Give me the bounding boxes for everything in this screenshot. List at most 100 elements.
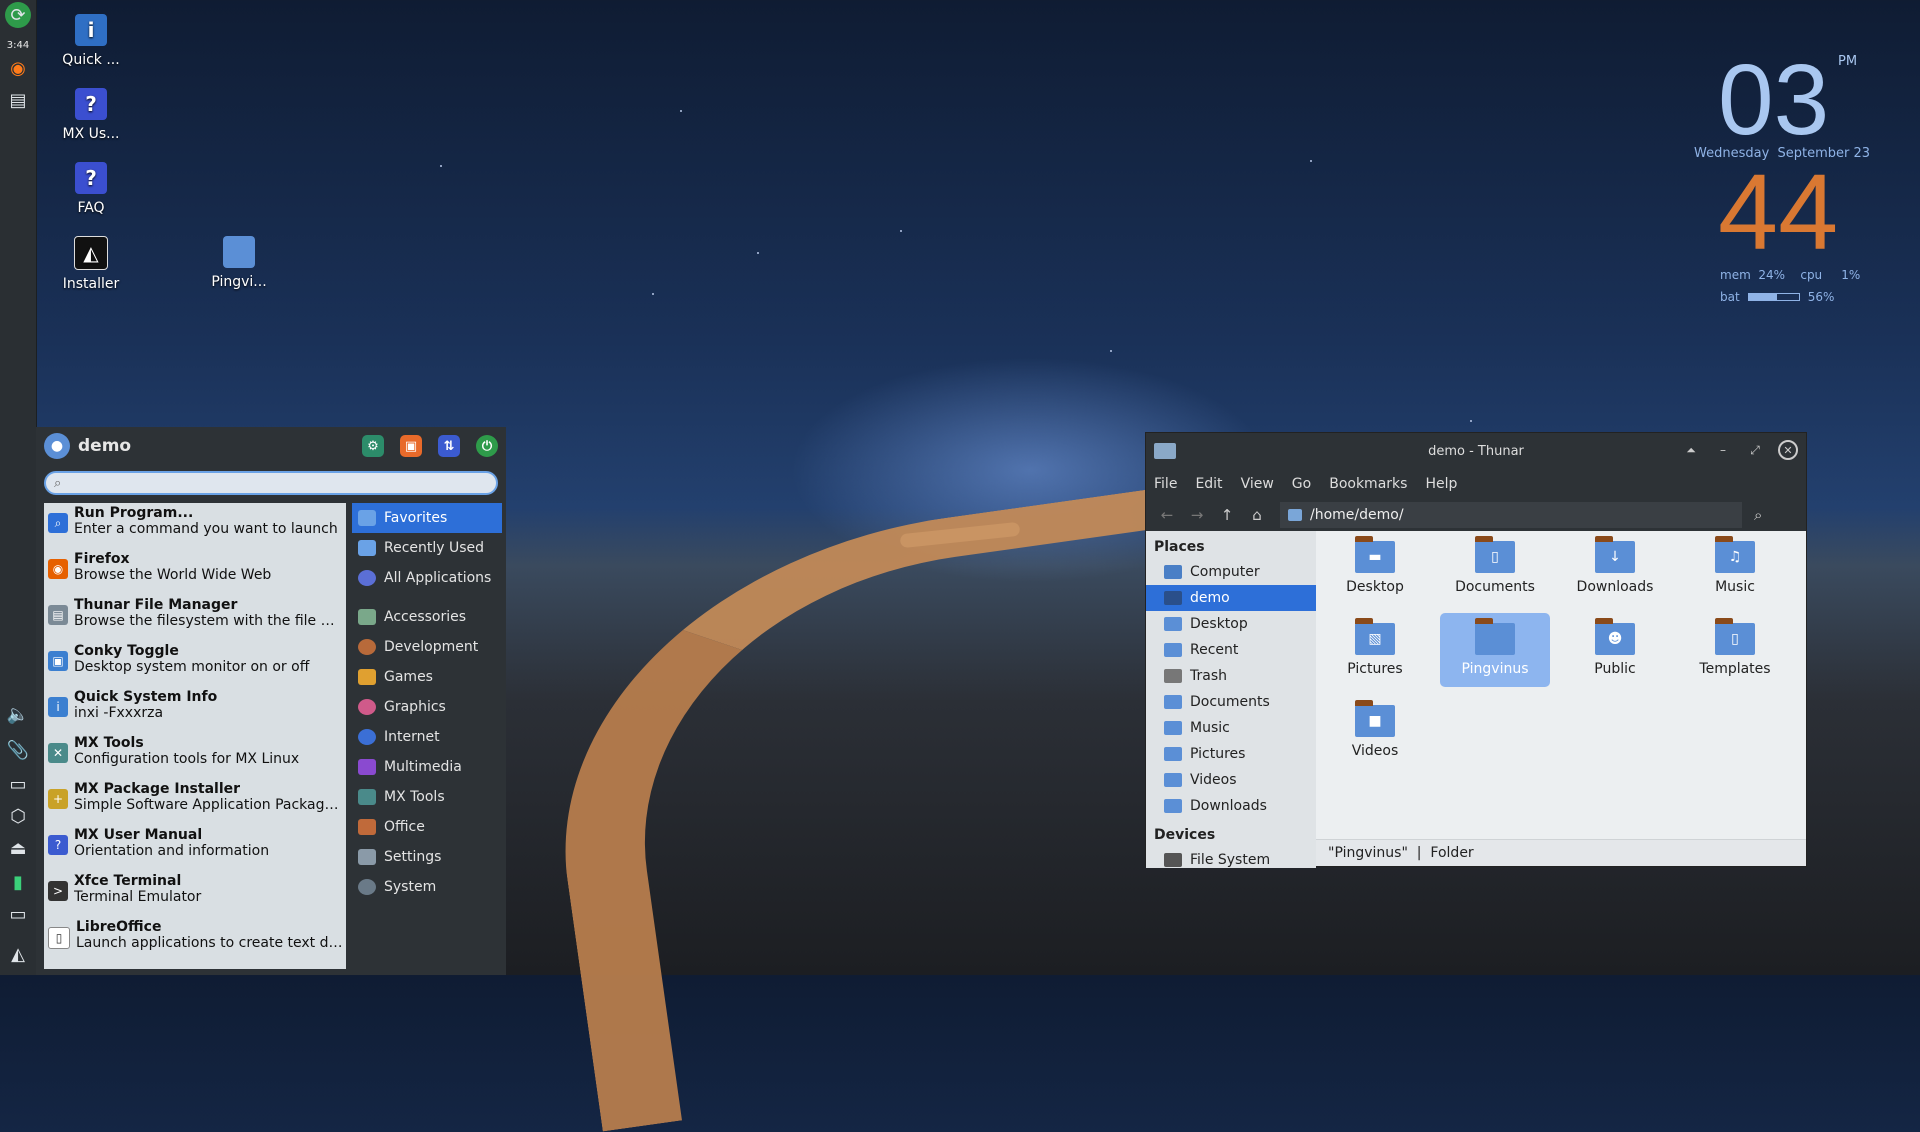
category-mx-tools[interactable]: MX Tools bbox=[352, 782, 502, 812]
whisker-menu-icon[interactable]: ◭ bbox=[4, 940, 32, 968]
category-system[interactable]: System bbox=[352, 872, 502, 902]
help-icon: ? bbox=[75, 162, 107, 194]
menu-bookmarks[interactable]: Bookmarks bbox=[1329, 476, 1407, 492]
multimedia-icon bbox=[358, 759, 376, 775]
conky-mem-value: 24% bbox=[1758, 268, 1786, 282]
category-graphics[interactable]: Graphics bbox=[352, 692, 502, 722]
menu-view[interactable]: View bbox=[1241, 476, 1274, 492]
place-demo[interactable]: demo bbox=[1146, 585, 1316, 611]
desktop-icon-pingvinus[interactable]: Pingvi... bbox=[194, 236, 284, 290]
place-music[interactable]: Music bbox=[1146, 715, 1316, 741]
category-recently-used[interactable]: Recently Used bbox=[352, 533, 502, 563]
file-item-templates[interactable]: ▯ Templates bbox=[1680, 613, 1790, 687]
update-icon[interactable]: ⟳ bbox=[5, 2, 31, 28]
app-name: MX Tools bbox=[74, 735, 144, 751]
status-selected-name: "Pingvinus" bbox=[1328, 845, 1408, 861]
workspace-switcher-icon[interactable]: ▭ bbox=[4, 900, 32, 928]
file-item-documents[interactable]: ▯ Documents bbox=[1440, 531, 1550, 605]
app-mx-tools[interactable]: ✕ MX Tools Configuration tools for MX Lin… bbox=[44, 733, 346, 779]
pictures-folder-icon bbox=[1164, 747, 1182, 761]
desktop-icon-quick-info[interactable]: i Quick ... bbox=[46, 14, 136, 68]
eject-icon[interactable]: ⏏ bbox=[4, 834, 32, 862]
back-arrow-icon[interactable]: ← bbox=[1152, 501, 1182, 529]
place-pictures[interactable]: Pictures bbox=[1146, 741, 1316, 767]
place-recent[interactable]: Recent bbox=[1146, 637, 1316, 663]
minimize-button[interactable]: – bbox=[1714, 441, 1732, 459]
window-titlebar[interactable]: demo - Thunar ⏶ – ⤢ ✕ bbox=[1146, 433, 1806, 469]
category-accessories[interactable]: Accessories bbox=[352, 602, 502, 632]
clipboard-icon[interactable]: 📎 bbox=[4, 736, 32, 764]
category-settings[interactable]: Settings bbox=[352, 842, 502, 872]
shade-button[interactable]: ⏶ bbox=[1682, 441, 1700, 459]
menu-file[interactable]: File bbox=[1154, 476, 1177, 492]
recent-folder-icon bbox=[1164, 643, 1182, 657]
menu-search-bar[interactable]: ⌕ bbox=[44, 471, 498, 495]
place-desktop[interactable]: Desktop bbox=[1146, 611, 1316, 637]
place-documents[interactable]: Documents bbox=[1146, 689, 1316, 715]
network-icon[interactable]: ▭ bbox=[4, 770, 32, 798]
menu-edit[interactable]: Edit bbox=[1195, 476, 1222, 492]
category-favorites[interactable]: Favorites bbox=[352, 503, 502, 533]
conky-ampm: PM bbox=[1838, 54, 1858, 69]
application-menu: ● demo ⚙ ▣ ⇅ ⏻ ⌕ ⌕ Run Program... Enter a… bbox=[36, 427, 506, 975]
category-label: Settings bbox=[384, 849, 442, 865]
category-development[interactable]: Development bbox=[352, 632, 502, 662]
menu-go[interactable]: Go bbox=[1292, 476, 1311, 492]
place-computer[interactable]: Computer bbox=[1146, 559, 1316, 585]
desktop-icon-label: MX Us... bbox=[62, 126, 120, 142]
device-file-system[interactable]: File System bbox=[1146, 847, 1316, 868]
file-item-pingvinus[interactable]: Pingvinus bbox=[1440, 613, 1550, 687]
desktop-icon-faq[interactable]: ? FAQ bbox=[46, 162, 136, 216]
app-libreoffice[interactable]: ▯ LibreOffice Launch applications to crea… bbox=[44, 917, 346, 963]
category-multimedia[interactable]: Multimedia bbox=[352, 752, 502, 782]
settings-manager-button[interactable]: ⚙ bbox=[362, 435, 384, 457]
app-quick-system-info[interactable]: i Quick System Info inxi -Fxxxrza bbox=[44, 687, 346, 733]
menu-search-input[interactable] bbox=[67, 475, 496, 491]
music-folder-icon bbox=[1164, 721, 1182, 735]
place-downloads[interactable]: Downloads bbox=[1146, 793, 1316, 819]
app-xfce-terminal[interactable]: > Xfce Terminal Terminal Emulator bbox=[44, 871, 346, 917]
logout-button[interactable]: ⏻ bbox=[476, 435, 498, 457]
app-conky-toggle[interactable]: ▣ Conky Toggle Desktop system monitor on … bbox=[44, 641, 346, 687]
file-item-public[interactable]: ☻ Public bbox=[1560, 613, 1670, 687]
forward-arrow-icon[interactable]: → bbox=[1182, 501, 1212, 529]
maximize-button[interactable]: ⤢ bbox=[1746, 441, 1764, 459]
parent-folder-icon[interactable]: ↑ bbox=[1212, 501, 1242, 529]
app-run-program[interactable]: ⌕ Run Program... Enter a command you want… bbox=[44, 503, 346, 549]
place-trash[interactable]: Trash bbox=[1146, 663, 1316, 689]
battery-icon[interactable]: ▮ bbox=[4, 868, 32, 896]
file-manager-launcher-icon[interactable]: ▤ bbox=[4, 86, 32, 114]
lock-screen-button[interactable]: ▣ bbox=[400, 435, 422, 457]
folder-icon: ▬ bbox=[1355, 536, 1395, 573]
menu-help[interactable]: Help bbox=[1425, 476, 1457, 492]
file-item-music[interactable]: ♫ Music bbox=[1680, 531, 1790, 605]
category-games[interactable]: Games bbox=[352, 662, 502, 692]
category-all-applications[interactable]: All Applications bbox=[352, 563, 502, 593]
file-item-pictures[interactable]: ▧ Pictures bbox=[1320, 613, 1430, 687]
package-updater-icon[interactable]: ⬡ bbox=[4, 802, 32, 830]
app-firefox[interactable]: ◉ Firefox Browse the World Wide Web bbox=[44, 549, 346, 595]
file-item-downloads[interactable]: ↓ Downloads bbox=[1560, 531, 1670, 605]
window-app-icon[interactable] bbox=[1154, 443, 1176, 459]
switch-user-button[interactable]: ⇅ bbox=[438, 435, 460, 457]
file-item-desktop[interactable]: ▬ Desktop bbox=[1320, 531, 1430, 605]
app-mx-package-installer[interactable]: + MX Package Installer Simple Software Ap… bbox=[44, 779, 346, 825]
search-icon[interactable]: ⌕ bbox=[1754, 506, 1762, 524]
close-button[interactable]: ✕ bbox=[1778, 440, 1798, 460]
location-bar[interactable]: /home/demo/ bbox=[1280, 502, 1742, 528]
app-mx-user-manual[interactable]: ? MX User Manual Orientation and informat… bbox=[44, 825, 346, 871]
firefox-icon: ◉ bbox=[48, 559, 68, 579]
category-internet[interactable]: Internet bbox=[352, 722, 502, 752]
place-videos[interactable]: Videos bbox=[1146, 767, 1316, 793]
file-item-videos[interactable]: ■ Videos bbox=[1320, 695, 1430, 769]
firefox-launcher-icon[interactable]: ◉ bbox=[4, 54, 32, 82]
category-office[interactable]: Office bbox=[352, 812, 502, 842]
volume-icon[interactable]: 🔈 bbox=[4, 700, 32, 728]
left-panel: ⟳ 3:44 ◉ ▤ 🔈 📎 ▭ ⬡ ⏏ ▮ ▭ ◭ bbox=[0, 0, 37, 975]
app-thunar[interactable]: ▤ Thunar File Manager Browse the filesyst… bbox=[44, 595, 346, 641]
desktop-icon-installer[interactable]: ◭ Installer bbox=[46, 236, 136, 292]
panel-clock[interactable]: 3:44 bbox=[0, 40, 36, 51]
desktop-icon-mx-user-manual[interactable]: ? MX Us... bbox=[46, 88, 136, 142]
home-icon[interactable]: ⌂ bbox=[1242, 501, 1272, 529]
conky-cpu-label: cpu bbox=[1800, 268, 1823, 282]
